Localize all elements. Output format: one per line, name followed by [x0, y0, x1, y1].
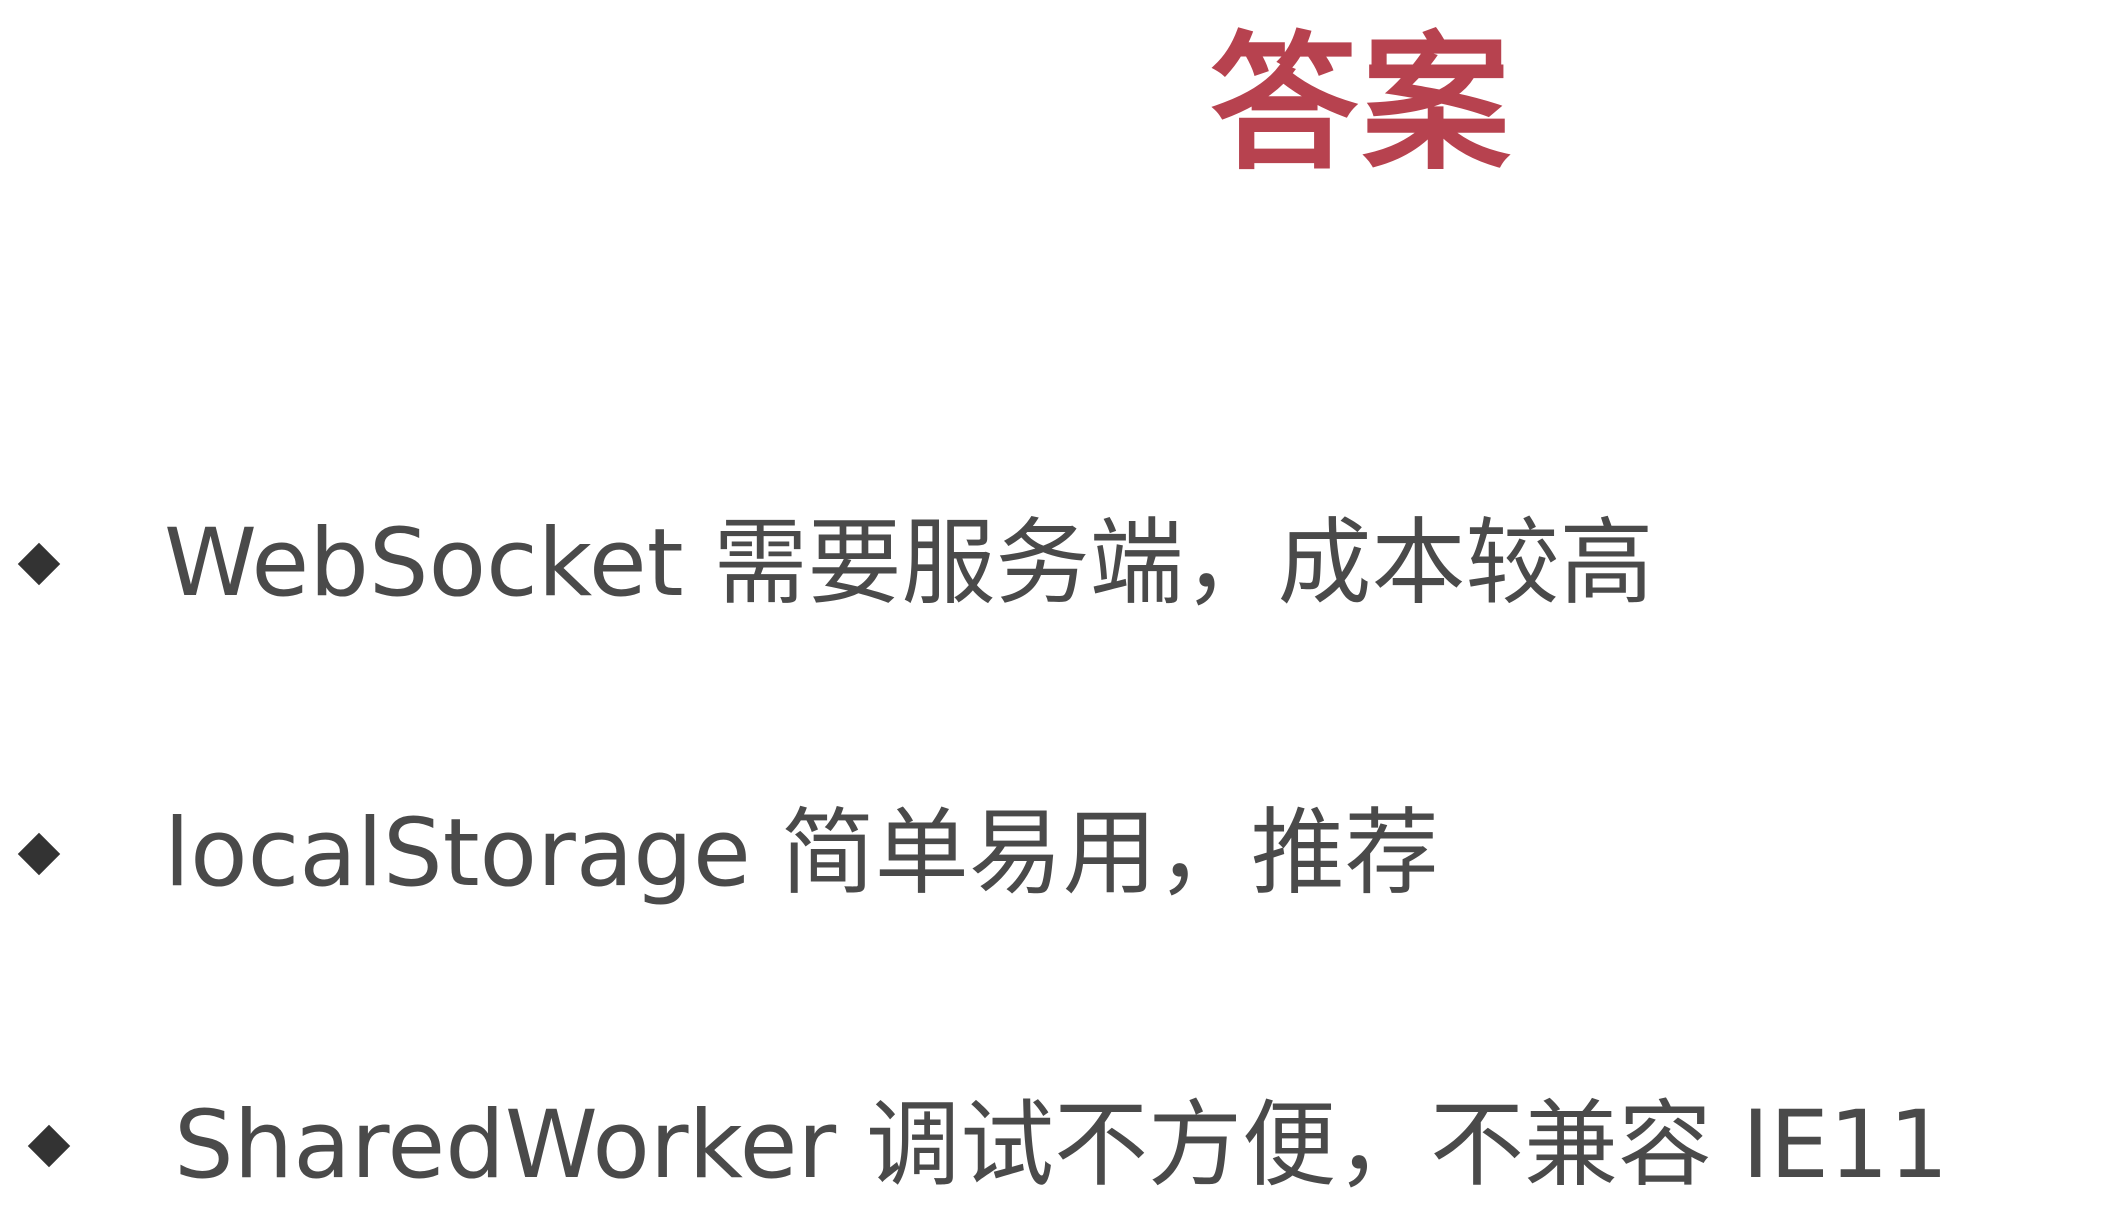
- bullet-text: WebSocket 需要服务端，成本较高: [164, 509, 1654, 618]
- bullet-item-websocket: WebSocket 需要服务端，成本较高: [17, 509, 1654, 618]
- bullet-list: WebSocket 需要服务端，成本较高 localStorage 简单易用，推…: [0, 0, 2112, 1226]
- bullet-text: SharedWorker 调试不方便，不兼容 IE11: [174, 1091, 1949, 1200]
- diamond-bullet-icon: [27, 1124, 71, 1168]
- diamond-bullet-icon: [17, 832, 61, 876]
- bullet-text: localStorage 简单易用，推荐: [164, 799, 1439, 908]
- slide: 答案 WebSocket 需要服务端，成本较高 localStorage 简单易…: [0, 0, 2112, 1226]
- bullet-item-sharedworker: SharedWorker 调试不方便，不兼容 IE11: [27, 1091, 1949, 1200]
- diamond-bullet-icon: [17, 542, 61, 586]
- bullet-item-localstorage: localStorage 简单易用，推荐: [17, 799, 1439, 908]
